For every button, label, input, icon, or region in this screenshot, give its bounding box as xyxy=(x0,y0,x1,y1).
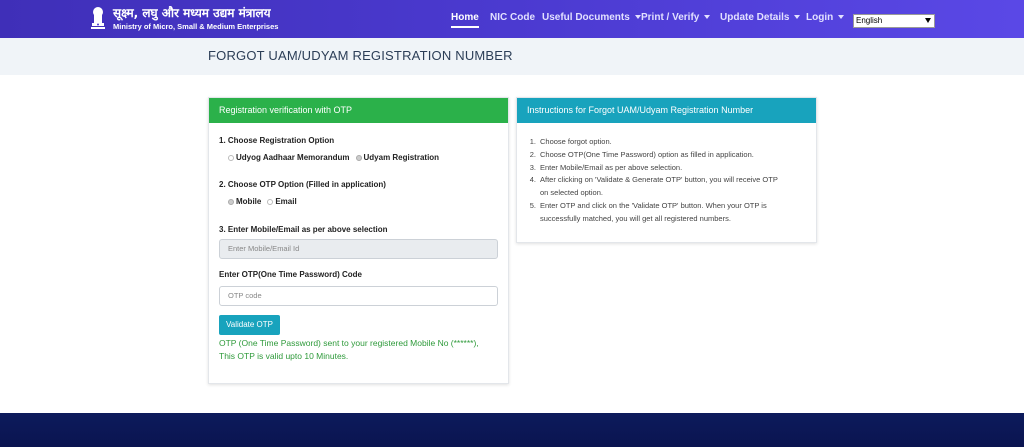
chevron-down-icon xyxy=(838,15,845,20)
nav-login[interactable]: Login xyxy=(806,0,845,36)
radio-checked-icon xyxy=(228,198,234,205)
validate-otp-button[interactable]: Validate OTP xyxy=(219,315,280,335)
chevron-down-icon xyxy=(634,15,641,20)
radio-circle-icon xyxy=(267,198,274,205)
step3-label: 3. Enter Mobile/Email as per above selec… xyxy=(219,225,388,234)
instruction-item: 5. Enter OTP and click on the 'Validate O… xyxy=(529,200,767,210)
instruction-item: 4. After clicking on 'Validate & Generate… xyxy=(529,175,778,185)
instructions-list: 1. Choose forgot option. 2. Choose OTP(One … xyxy=(524,136,809,226)
instruction-item: 1. Choose forgot option. xyxy=(529,137,612,146)
instruction-item: 2. Choose OTP(One Time Password) option a… xyxy=(529,149,754,159)
otp-input[interactable]: OTP code xyxy=(219,286,498,306)
radio-email[interactable]: Email xyxy=(267,197,297,206)
instruction-item: on selected option. xyxy=(540,188,603,198)
mobile-email-input[interactable]: Enter Mobile/Email Id xyxy=(219,239,498,259)
nav-home[interactable]: Home xyxy=(451,0,479,36)
radio-uam[interactable]: Udyog Aadhaar Memorandum xyxy=(228,153,350,162)
instruction-item: successfully matched, you will get all r… xyxy=(540,213,731,223)
radio-udyam[interactable]: Udyam Registration xyxy=(355,153,439,162)
step2-label: 2. Choose OTP Option (Filled in applicat… xyxy=(219,180,386,189)
otp-option-group: Mobile Email xyxy=(228,197,303,206)
chevron-down-icon xyxy=(794,15,801,20)
page-title: FORGOT UAM/UDYAM REGISTRATION NUMBER xyxy=(208,48,513,63)
nav-update-details[interactable]: Update Details xyxy=(720,0,801,36)
logo-hindi-text: सूक्ष्म, लघु और मध्यम उद्यम मंत्रालय xyxy=(113,6,271,20)
chevron-down-icon xyxy=(704,15,711,20)
top-navbar: सूक्ष्म, लघु और मध्यम उद्यम मंत्रालय Min… xyxy=(0,0,1024,38)
nav-print-verify[interactable]: Print / Verify xyxy=(641,0,711,36)
radio-mobile[interactable]: Mobile xyxy=(228,197,261,206)
language-select[interactable]: English xyxy=(853,14,935,28)
registration-option-group: Udyog Aadhaar Memorandum Udyam Registrat… xyxy=(228,153,445,162)
nav-nic-code[interactable]: NIC Code xyxy=(490,0,535,36)
dropdown-arrow-icon xyxy=(925,18,931,23)
national-emblem-icon xyxy=(91,7,105,29)
page-footer xyxy=(0,413,1024,447)
otp-sent-message: OTP (One Time Password) sent to your reg… xyxy=(219,338,479,361)
otp-label: Enter OTP(One Time Password) Code xyxy=(219,270,362,279)
step1-label: 1. Choose Registration Option xyxy=(219,136,335,145)
instruction-item: 3. Enter Mobile/Email as per above select… xyxy=(529,162,683,172)
radio-checked-icon xyxy=(355,154,362,161)
instructions-heading: Instructions for Forgot UAM/Udyam Regist… xyxy=(517,98,816,123)
ministry-logo[interactable]: सूक्ष्म, लघु और मध्यम उद्यम मंत्रालय Min… xyxy=(88,3,278,35)
otp-card-heading: Registration verification with OTP xyxy=(209,98,508,123)
nav-useful-documents[interactable]: Useful Documents xyxy=(542,0,641,36)
logo-english-text: Ministry of Micro, Small & Medium Enterp… xyxy=(113,22,279,31)
radio-circle-icon xyxy=(228,154,234,161)
